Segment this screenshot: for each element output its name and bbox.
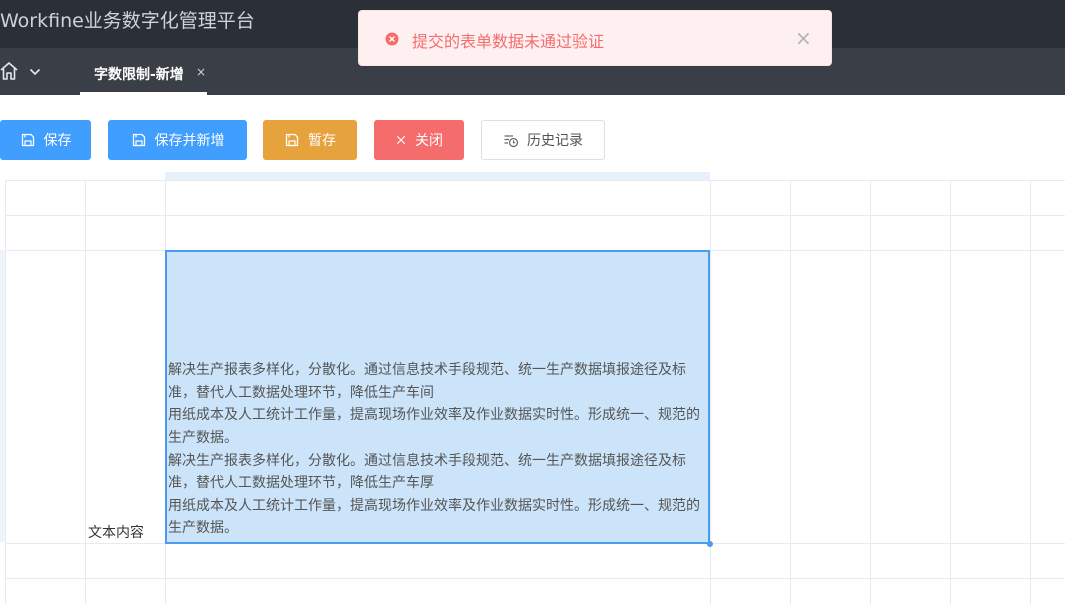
app-title: Workfine业务数字化管理平台 xyxy=(0,10,255,32)
cell-fill-handle[interactable] xyxy=(707,541,713,547)
history-button[interactable]: 历史记录 xyxy=(481,120,605,160)
tab-label: 字数限制-新增 xyxy=(94,67,184,83)
chevron-down-icon xyxy=(29,68,41,76)
home-icon xyxy=(0,62,18,80)
grid-row-line xyxy=(5,215,1065,216)
save-icon xyxy=(21,133,34,147)
save-label: 保存 xyxy=(43,133,72,149)
grid-row-line xyxy=(5,180,1065,181)
save-draft-label: 暂存 xyxy=(308,133,336,149)
grid-row-line xyxy=(5,578,1065,579)
history-label: 历史记录 xyxy=(527,133,583,149)
grid-col-line xyxy=(5,180,6,604)
grid-col-line xyxy=(1030,180,1031,604)
tab-word-limit-new[interactable]: 字数限制-新增 × xyxy=(80,48,207,95)
grid-col-line xyxy=(950,180,951,604)
toast-close-icon[interactable]: × xyxy=(795,26,812,50)
save-and-new-label: 保存并新增 xyxy=(154,133,225,149)
close-icon xyxy=(396,135,406,145)
save-and-new-button[interactable]: 保存并新增 xyxy=(108,120,247,160)
text-content-label: 文本内容 xyxy=(88,525,144,541)
active-tab-indicator xyxy=(80,92,207,95)
tab-close-icon[interactable]: × xyxy=(196,65,206,79)
save-icon xyxy=(132,133,145,147)
text-content-value: 解决生产报表多样化，分散化。通过信息技术手段规范、统一生产数据填报途径及标准，替… xyxy=(168,362,700,537)
save-icon xyxy=(285,133,299,147)
toast-message: 提交的表单数据未通过验证 xyxy=(412,32,605,51)
grid-col-line xyxy=(870,180,871,604)
grid-col-line xyxy=(85,180,86,604)
grid-col-line xyxy=(790,180,791,604)
close-label: 关闭 xyxy=(415,133,443,149)
save-draft-button[interactable]: 暂存 xyxy=(263,120,357,160)
history-icon xyxy=(504,135,519,148)
form-grid: 文本内容 解决生产报表多样化，分散化。通过信息技术手段规范、统一生产数据填报途径… xyxy=(0,172,1065,604)
close-button[interactable]: 关闭 xyxy=(374,120,464,160)
selected-column-header xyxy=(165,172,710,180)
home-menu-button[interactable] xyxy=(0,61,44,83)
error-toast: 提交的表单数据未通过验证 × xyxy=(358,10,832,66)
text-content-field[interactable]: 解决生产报表多样化，分散化。通过信息技术手段规范、统一生产数据填报途径及标准，替… xyxy=(165,250,710,544)
error-circle-icon xyxy=(385,32,399,46)
save-button[interactable]: 保存 xyxy=(0,120,91,160)
